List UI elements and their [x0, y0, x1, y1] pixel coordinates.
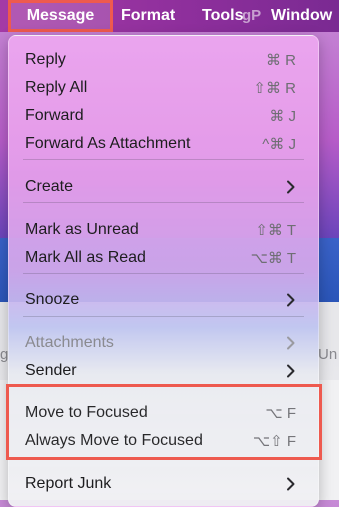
menu-separator: [23, 159, 304, 160]
menu-item-reply-all[interactable]: Reply All ⇧⌘ R: [9, 74, 318, 102]
chevron-right-icon: [286, 293, 296, 307]
menu-item-mark-as-unread[interactable]: Mark as Unread ⇧⌘ T: [9, 216, 318, 244]
keyboard-shortcut: ^⌘ J: [262, 136, 296, 153]
keyboard-shortcut: ⇧⌘ R: [253, 80, 296, 97]
keyboard-shortcut: ⌥⌘ T: [250, 250, 296, 267]
menu-item-mark-all-as-read[interactable]: Mark All as Read ⌥⌘ T: [9, 244, 318, 272]
menu-item-label: Attachments: [25, 334, 114, 351]
menu-separator: [23, 202, 304, 203]
keyboard-shortcut: ⌘ J: [269, 108, 296, 125]
menu-item-label: Report Junk: [25, 475, 112, 492]
menu-bar: Message Format Tools Window gP: [0, 0, 339, 32]
menu-separator: [23, 273, 304, 274]
menu-item-report-junk[interactable]: Report Junk: [9, 470, 318, 498]
highlight-box: [6, 384, 322, 460]
menu-item-create[interactable]: Create: [9, 173, 318, 201]
menu-item-reply[interactable]: Reply ⌘ R: [9, 46, 318, 74]
chevron-right-icon: [286, 364, 296, 378]
menu-item-label: Create: [25, 178, 74, 195]
watermark-logo: gP: [242, 7, 262, 24]
menubar-item-window[interactable]: Window: [271, 0, 332, 32]
menu-item-label: Snooze: [25, 291, 80, 308]
menu-item-forward[interactable]: Forward ⌘ J: [9, 102, 318, 130]
menubar-item-tools[interactable]: Tools: [202, 0, 243, 32]
menu-item-forward-as-attachment[interactable]: Forward As Attachment ^⌘ J: [9, 130, 318, 158]
chevron-right-icon: [286, 180, 296, 194]
menu-item-sender[interactable]: Sender: [9, 357, 318, 385]
menu-item-label: Forward: [25, 107, 84, 124]
chevron-right-icon: [286, 477, 296, 491]
keyboard-shortcut: ⇧⌘ T: [255, 222, 296, 239]
menu-item-label: Sender: [25, 362, 77, 379]
background-text-right: Un: [318, 346, 338, 363]
menu-item-label: Forward As Attachment: [25, 135, 191, 152]
menu-item-label: Reply All: [25, 79, 88, 96]
chevron-right-icon: [286, 336, 296, 350]
menubar-item-format[interactable]: Format: [121, 0, 175, 32]
menubar-item-message[interactable]: Message: [8, 0, 113, 32]
menu-item-label: Reply: [25, 51, 66, 68]
menu-item-label: Mark as Unread: [25, 221, 139, 238]
menu-item-snooze[interactable]: Snooze: [9, 286, 318, 314]
menu-separator: [23, 316, 304, 317]
menu-item-label: Mark All as Read: [25, 249, 146, 266]
keyboard-shortcut: ⌘ R: [266, 52, 296, 69]
menu-item-attachments: Attachments: [9, 329, 318, 357]
